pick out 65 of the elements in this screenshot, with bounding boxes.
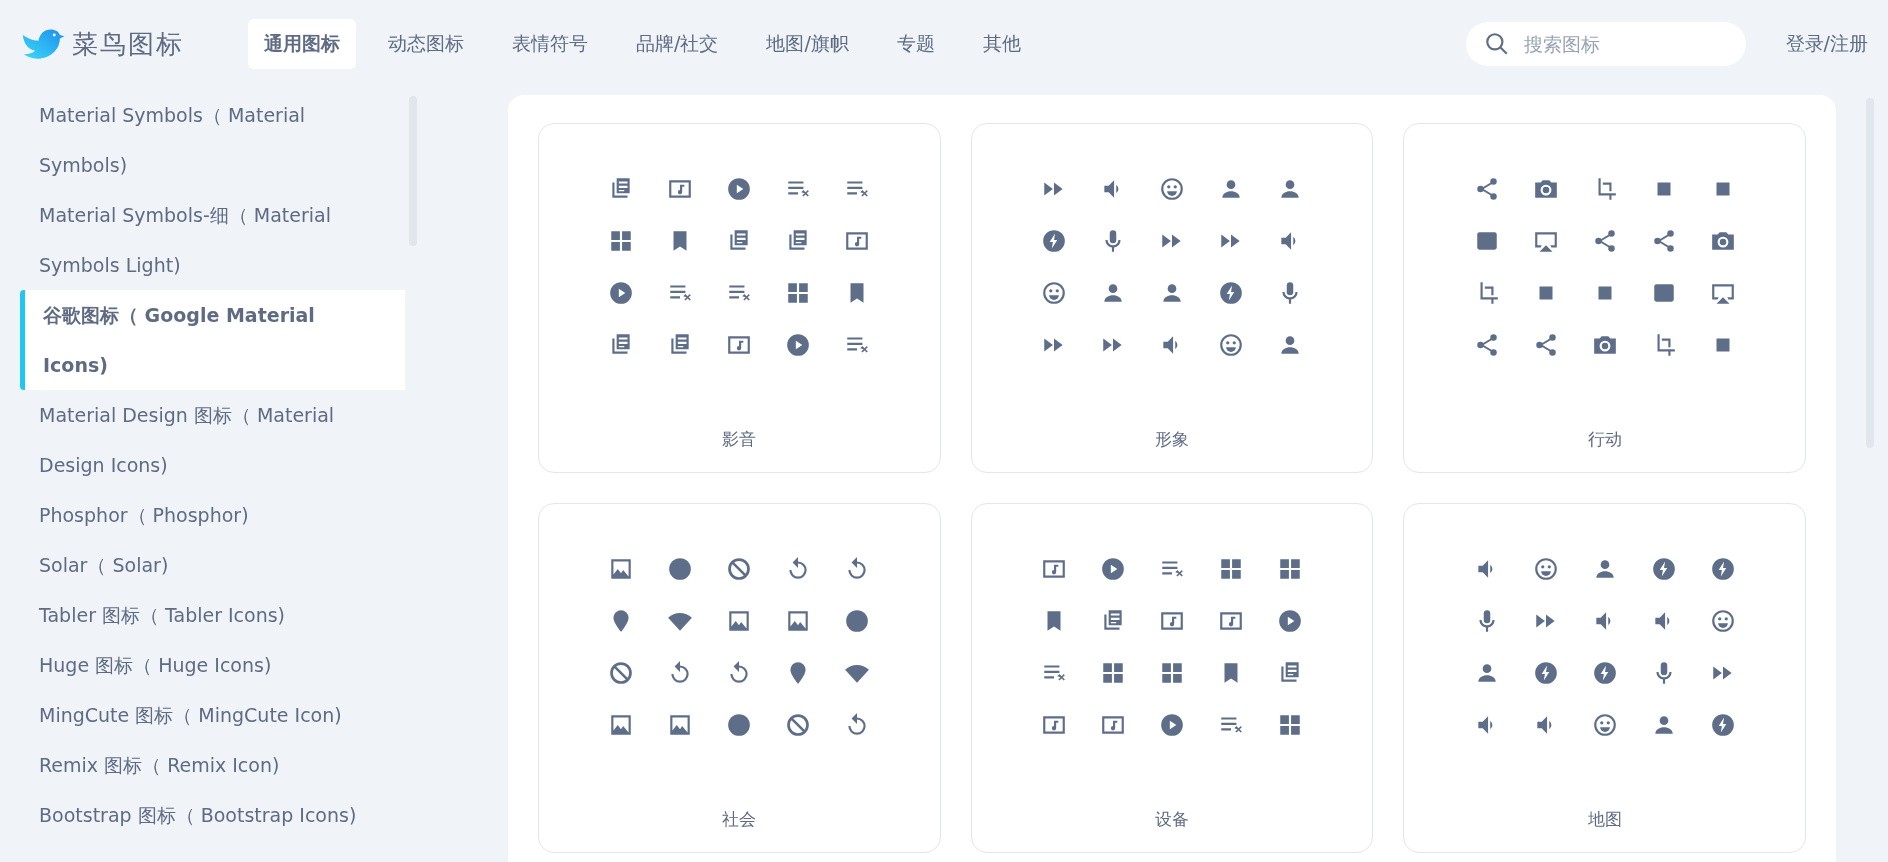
- site-logo-text[interactable]: 菜鸟图标: [72, 26, 184, 62]
- category-title: 行动: [1587, 428, 1622, 451]
- play-icon[interactable]: [726, 176, 753, 202]
- sidebar-item[interactable]: Bootstrap 图标（ Bootstrap Icons): [20, 790, 405, 840]
- grid-icon[interactable]: [1100, 660, 1126, 686]
- nav-tab[interactable]: 其他: [966, 19, 1037, 69]
- nav-tab[interactable]: 表情符号: [496, 19, 604, 69]
- play-icon[interactable]: [1100, 556, 1126, 582]
- search-icon: [1483, 31, 1510, 57]
- sidebar-item[interactable]: Remix 图标（ Remix Icon): [20, 740, 405, 790]
- nav-tab[interactable]: 品牌/社交: [620, 19, 735, 69]
- smiley-icon[interactable]: [1532, 556, 1559, 582]
- sidebar-item[interactable]: MingCute 图标（ MingCute Icon): [20, 690, 405, 740]
- nav-tab[interactable]: 地图/旗帜: [750, 19, 865, 69]
- category-card[interactable]: 设备: [970, 503, 1374, 853]
- login-link[interactable]: 登录/注册: [1785, 31, 1868, 57]
- block-icon[interactable]: [785, 712, 812, 738]
- category-title: 影音: [722, 428, 757, 451]
- search-field[interactable]: 搜索图标: [1465, 22, 1746, 66]
- sidebar-item[interactable]: Material Design 图标（ Material Design Icons): [20, 390, 405, 490]
- bolt-icon[interactable]: [1532, 660, 1559, 686]
- category-title: 地图: [1587, 808, 1622, 831]
- circle-icon[interactable]: [726, 712, 753, 738]
- bolt-icon[interactable]: [1650, 556, 1677, 582]
- play-icon[interactable]: [1277, 608, 1303, 634]
- grid-icon[interactable]: [1218, 556, 1244, 582]
- grid-icon[interactable]: [1159, 660, 1185, 686]
- smiley-icon[interactable]: [1709, 608, 1736, 634]
- category-card[interactable]: 形象: [970, 123, 1374, 473]
- block-icon[interactable]: [608, 660, 635, 686]
- block-icon[interactable]: [726, 556, 753, 582]
- sidebar-item[interactable]: Material Symbols（ Material Symbols): [20, 90, 405, 190]
- nav-tab[interactable]: 动态图标: [372, 19, 480, 69]
- sidebar-item[interactable]: Phosphor（ Phosphor): [20, 490, 405, 540]
- smiley-icon[interactable]: [1159, 176, 1185, 202]
- grid-icon[interactable]: [1277, 712, 1303, 738]
- bolt-icon[interactable]: [1709, 712, 1736, 738]
- category-title: 形象: [1155, 428, 1189, 451]
- play-icon[interactable]: [1159, 712, 1185, 738]
- category-title: 设备: [1155, 808, 1189, 831]
- category-card[interactable]: 影音: [538, 123, 941, 473]
- circle-icon[interactable]: [667, 556, 694, 582]
- smiley-icon[interactable]: [1591, 712, 1618, 738]
- smiley-icon[interactable]: [1218, 332, 1244, 358]
- category-card[interactable]: 社会: [538, 503, 941, 853]
- play-icon[interactable]: [785, 332, 812, 358]
- bird-logo-icon: [20, 26, 66, 62]
- smiley-icon[interactable]: [1041, 280, 1067, 306]
- sidebar-item[interactable]: Solar（ Solar): [20, 540, 405, 590]
- bolt-icon[interactable]: [1591, 660, 1618, 686]
- category-title: 社会: [722, 808, 757, 831]
- sidebar-item[interactable]: Huge 图标（ Huge Icons): [20, 640, 405, 690]
- bolt-icon[interactable]: [1041, 228, 1067, 254]
- bolt-icon[interactable]: [1709, 556, 1736, 582]
- nav-tab[interactable]: 通用图标: [248, 19, 356, 69]
- nav-tab[interactable]: 专题: [880, 19, 951, 69]
- sidebar-item[interactable]: Tabler 图标（ Tabler Icons): [20, 590, 405, 640]
- sidebar-item[interactable]: Material Symbols-细（ Material Symbols Light): [20, 190, 405, 290]
- bolt-icon[interactable]: [1218, 280, 1244, 306]
- grid-icon[interactable]: [1277, 556, 1303, 582]
- sidebar-item[interactable]: 谷歌图标（ Google Material Icons): [20, 290, 405, 390]
- category-card[interactable]: 行动: [1403, 123, 1806, 473]
- category-card[interactable]: 地图: [1403, 503, 1806, 853]
- play-icon[interactable]: [608, 280, 635, 306]
- circle-icon[interactable]: [844, 608, 871, 634]
